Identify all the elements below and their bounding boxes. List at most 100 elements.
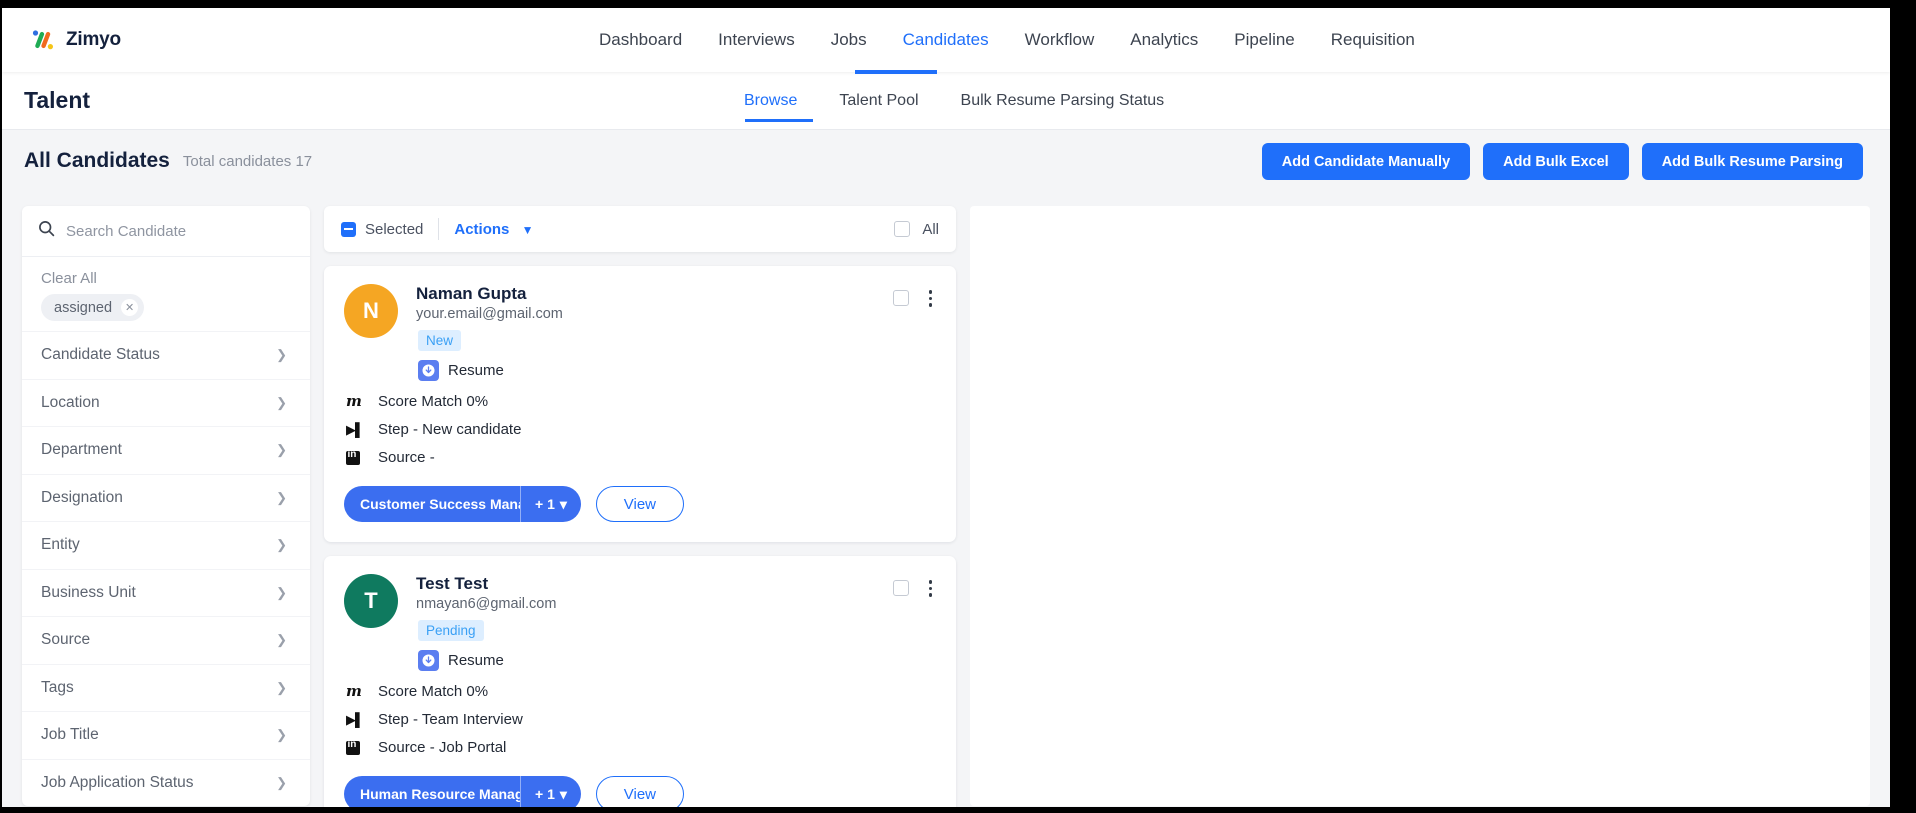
top-navigation-bar: Zimyo Dashboard Interviews Jobs Candidat… [2,8,1890,72]
step-forward-icon: ▶▌ [346,421,364,437]
download-icon [418,360,439,381]
actions-label: Actions [454,220,510,238]
filter-source[interactable]: Source ❯ [22,616,310,664]
job-pill-more-label: + 1 [535,496,555,512]
candidate-card-actions: Customer Success Manag... + 1 ▾ View [344,486,936,522]
job-pill[interactable]: Customer Success Manag... + 1 ▾ [344,486,581,522]
nav-item-dashboard[interactable]: Dashboard [599,30,682,50]
toolbar-divider [438,218,440,240]
nav-item-requisition[interactable]: Requisition [1331,30,1415,50]
view-button[interactable]: View [595,486,684,522]
close-icon[interactable]: ✕ [121,299,139,316]
filter-job-application-status[interactable]: Job Application Status ❯ [22,758,310,807]
filters-sidebar: Clear All assigned ✕ Candidate Status ❯ … [22,206,310,806]
chevron-down-icon: ▼ [521,222,534,237]
filter-label: Source [41,631,91,649]
selected-checkbox[interactable] [341,221,356,237]
candidate-name: Test Test [416,574,489,593]
add-candidate-manually-button[interactable]: Add Candidate Manually [1261,143,1471,180]
resume-label: Resume [448,652,504,669]
chevron-right-icon: ❯ [276,679,287,695]
window-bezel-right [1890,0,1916,813]
source-row: Source - Job Portal [346,739,936,756]
nav-item-pipeline[interactable]: Pipeline [1234,30,1295,50]
filter-chip-label: assigned [54,299,113,316]
candidate-email: your.email@gmail.com [416,306,563,322]
resume-link[interactable]: Resume [418,650,556,671]
source-text: Source - Job Portal [378,739,507,756]
candidate-card[interactable]: T Test Test nmayan6@gmail.com Pending Re… [324,556,956,813]
page-title: All Candidates [24,149,170,172]
chevron-right-icon: ❯ [276,774,287,790]
resume-link[interactable]: Resume [418,360,563,381]
status-badge: Pending [418,620,484,641]
step-forward-icon: ▶▌ [346,711,364,727]
filter-designation[interactable]: Designation ❯ [22,473,310,522]
app-screen: Zimyo Dashboard Interviews Jobs Candidat… [0,0,1916,813]
add-bulk-excel-button[interactable]: Add Bulk Excel [1483,143,1629,180]
card-corner-controls [892,288,937,309]
brand-name: Zimyo [66,29,121,50]
filter-label: Location [41,393,100,411]
nav-item-jobs[interactable]: Jobs [831,30,867,50]
page-section-title: Talent [24,87,91,113]
chevron-right-icon: ❯ [276,537,287,553]
brand-logo-area[interactable]: Zimyo [29,26,121,54]
candidate-identity: Test Test nmayan6@gmail.com Pending Resu… [416,574,556,671]
filter-entity[interactable]: Entity ❯ [22,521,310,569]
linkedin-icon [346,739,364,755]
chevron-right-icon: ❯ [276,394,287,410]
more-options-icon[interactable] [925,288,937,309]
chevron-right-icon: ❯ [276,727,287,743]
filter-label: Tags [41,678,74,696]
resume-label: Resume [448,362,504,379]
job-pill-more[interactable]: + 1 ▾ [521,486,581,522]
candidate-list-column: Selected Actions ▼ All N Naman Gupta you… [324,206,956,813]
select-all-checkbox[interactable] [894,221,911,237]
filter-department[interactable]: Department ❯ [22,426,310,474]
candidate-card-header: N Naman Gupta your.email@gmail.com New R… [344,284,936,381]
select-all-group: All [894,221,939,238]
nav-item-interviews[interactable]: Interviews [718,30,795,50]
total-candidates-count: Total candidates 17 [182,152,313,170]
selected-label: Selected [365,220,424,238]
tab-browse[interactable]: Browse [744,92,797,110]
candidate-card[interactable]: N Naman Gupta your.email@gmail.com New R… [324,266,956,542]
candidate-select-checkbox[interactable] [892,580,909,597]
step-text: Step - Team Interview [378,711,523,728]
step-row: ▶▌ Step - Team Interview [346,711,936,728]
page-header-row: All Candidates Total candidates 17 Add C… [2,130,1890,192]
filter-location[interactable]: Location ❯ [22,378,310,427]
candidate-card-header: T Test Test nmayan6@gmail.com Pending Re… [344,574,936,671]
filter-job-title[interactable]: Job Title ❯ [22,711,310,759]
nav-item-candidates[interactable]: Candidates [903,30,989,50]
score-match-text: Score Match 0% [378,392,489,410]
download-icon [418,650,439,671]
nav-item-workflow[interactable]: Workflow [1025,30,1095,50]
candidate-select-checkbox[interactable] [892,290,909,307]
add-bulk-resume-parsing-button[interactable]: Add Bulk Resume Parsing [1641,143,1863,180]
tab-talent-pool[interactable]: Talent Pool [839,92,918,110]
clear-all-link[interactable]: Clear All [22,257,310,294]
candidate-detail-pane [970,206,1870,806]
nav-item-analytics[interactable]: Analytics [1130,30,1198,50]
search-icon [38,220,55,242]
tab-bulk-resume-parsing-status[interactable]: Bulk Resume Parsing Status [961,92,1165,110]
candidate-identity: Naman Gupta your.email@gmail.com New Res… [416,284,563,381]
filter-tags[interactable]: Tags ❯ [22,663,310,712]
filter-candidate-status[interactable]: Candidate Status ❯ [22,331,310,379]
source-text: Source - [378,449,435,466]
filter-chip-assigned[interactable]: assigned ✕ [41,294,145,321]
chevron-right-icon: ❯ [276,347,287,363]
window-bezel-left [0,0,2,813]
window-bezel-bottom [0,807,1916,813]
filter-business-unit[interactable]: Business Unit ❯ [22,568,310,617]
active-tab-underline [745,119,813,122]
search-input[interactable] [66,222,286,240]
actions-dropdown[interactable]: Actions ▼ [454,221,533,238]
window-bezel-top [0,0,1916,8]
list-toolbar: Selected Actions ▼ All [324,206,956,252]
filter-label: Job Title [41,726,99,744]
more-options-icon[interactable] [925,578,937,599]
chevron-down-icon: ▾ [559,785,567,802]
